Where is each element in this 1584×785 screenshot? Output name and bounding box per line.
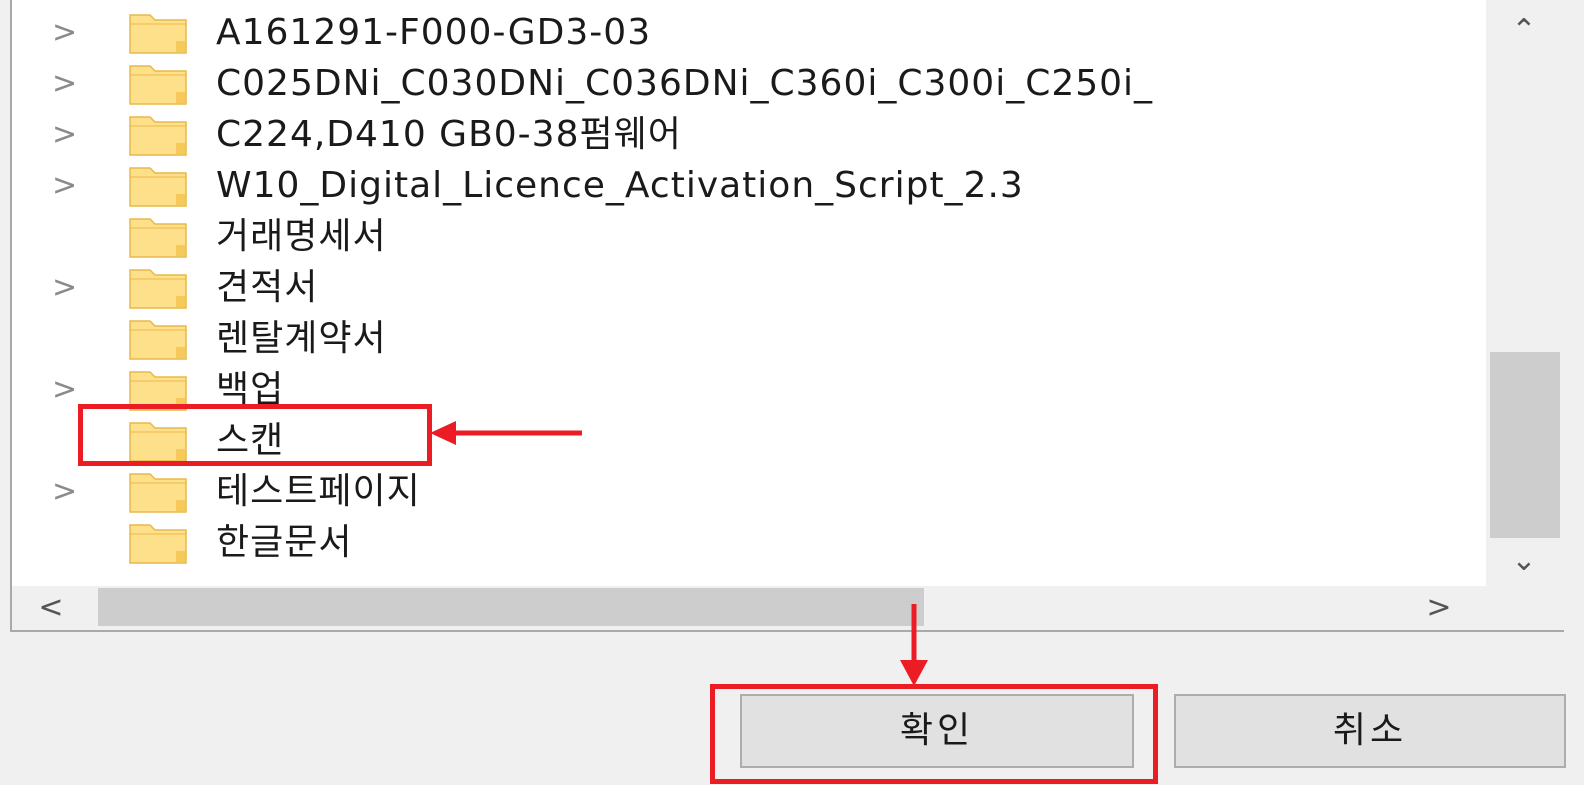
horizontal-scroll-thumb[interactable] xyxy=(98,588,924,626)
folder-tree-list: > A161291-F000-GD3-03 > C025DNi_C030DNi_… xyxy=(12,8,1486,578)
chevron-right-icon[interactable]: > xyxy=(52,67,82,101)
chevron-right-icon[interactable]: > xyxy=(52,169,82,203)
folder-icon xyxy=(128,215,188,259)
folder-tree-view[interactable]: > A161291-F000-GD3-03 > C025DNi_C030DNi_… xyxy=(10,0,1564,632)
tree-row-testpage[interactable]: > 테스트페이지 xyxy=(12,467,1486,517)
folder-label: A161291-F000-GD3-03 xyxy=(216,12,652,53)
folder-icon xyxy=(128,419,188,463)
folder-label: 거래명세서 xyxy=(216,216,387,257)
chevron-right-icon[interactable]: > xyxy=(52,373,82,407)
folder-icon xyxy=(128,368,188,412)
folder-label: 렌탈계약서 xyxy=(216,318,387,359)
vertical-scroll-thumb[interactable] xyxy=(1490,352,1560,538)
tree-row-c025dni[interactable]: > C025DNi_C030DNi_C036DNi_C360i_C300i_C2… xyxy=(12,59,1486,109)
folder-icon xyxy=(128,266,188,310)
folder-icon xyxy=(128,521,188,565)
tree-row-estimate[interactable]: > 견적서 xyxy=(12,263,1486,313)
folder-label: 견적서 xyxy=(216,267,319,308)
folder-label: W10_Digital_Licence_Activation_Script_2.… xyxy=(216,165,1024,206)
tree-row-w10[interactable]: > W10_Digital_Licence_Activation_Script_… xyxy=(12,161,1486,211)
tree-row-rental[interactable]: 렌탈계약서 xyxy=(12,314,1486,364)
chevron-right-icon[interactable]: > xyxy=(52,271,82,305)
chevron-right-icon[interactable]: > xyxy=(52,16,82,50)
tree-row-hangul-docs[interactable]: 한글문서 xyxy=(12,518,1486,568)
folder-icon xyxy=(128,164,188,208)
tree-row-scan[interactable]: 스캔 xyxy=(12,416,1486,466)
folder-label: C224,D410 GB0-38펌웨어 xyxy=(216,114,682,155)
tree-row-invoice[interactable]: 거래명세서 xyxy=(12,212,1486,262)
chevron-down-icon[interactable]: ⌄ xyxy=(1504,546,1544,576)
vertical-scrollbar[interactable]: ⌃ ⌄ xyxy=(1486,0,1564,586)
chevron-left-icon[interactable]: < xyxy=(36,592,66,624)
horizontal-scrollbar[interactable]: < > xyxy=(12,586,1564,630)
folder-icon xyxy=(128,11,188,55)
folder-icon xyxy=(128,317,188,361)
folder-label: 테스트페이지 xyxy=(216,471,421,512)
folder-icon xyxy=(128,62,188,106)
folder-icon xyxy=(128,113,188,157)
tree-row-backup[interactable]: > 백업 xyxy=(12,365,1486,415)
tree-row-c224[interactable]: > C224,D410 GB0-38펌웨어 xyxy=(12,110,1486,160)
ok-button[interactable]: 확인 xyxy=(740,694,1134,768)
folder-label: C025DNi_C030DNi_C036DNi_C360i_C300i_C250… xyxy=(216,63,1154,104)
folder-label: 스캔 xyxy=(216,420,285,461)
tree-row-a161291[interactable]: > A161291-F000-GD3-03 xyxy=(12,8,1486,58)
folder-label: 한글문서 xyxy=(216,522,353,563)
folder-label: 백업 xyxy=(216,369,285,410)
chevron-up-icon[interactable]: ⌃ xyxy=(1504,16,1544,46)
chevron-right-icon[interactable]: > xyxy=(52,118,82,152)
cancel-button[interactable]: 취소 xyxy=(1174,694,1566,768)
chevron-right-icon[interactable]: > xyxy=(52,475,82,509)
chevron-right-icon[interactable]: > xyxy=(1424,592,1454,624)
folder-icon xyxy=(128,470,188,514)
